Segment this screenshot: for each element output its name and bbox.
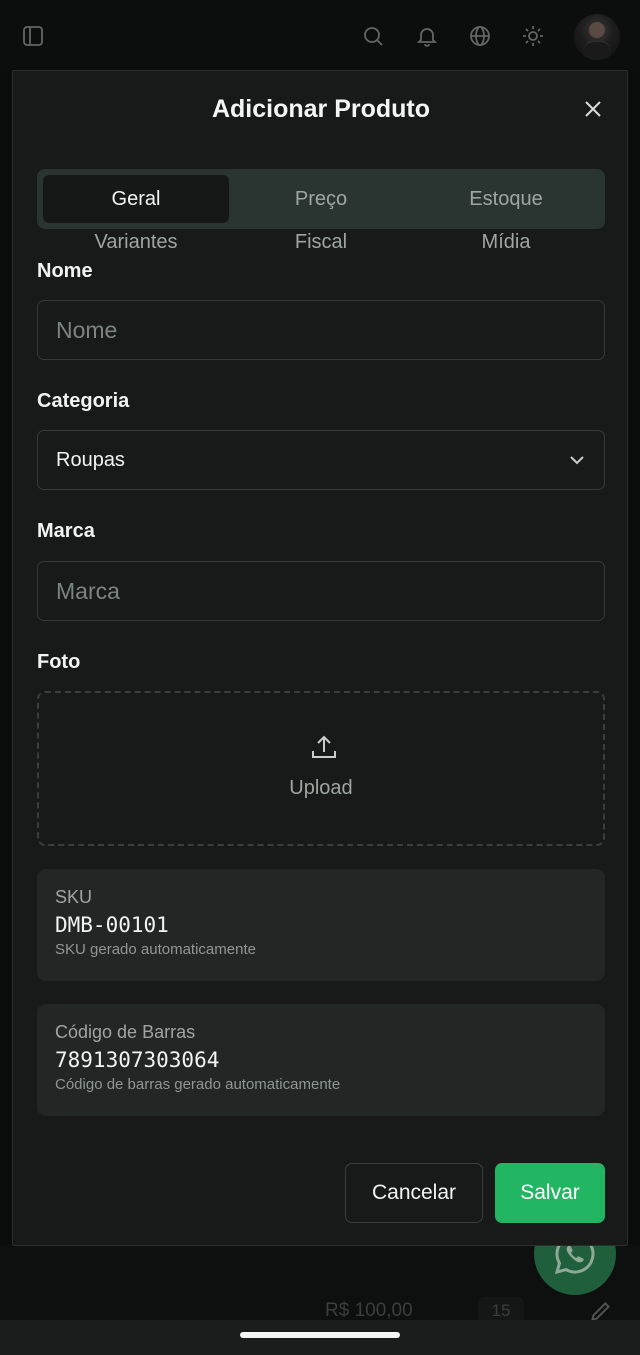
- categoria-select[interactable]: Roupas: [37, 430, 605, 490]
- globe-icon[interactable]: [468, 24, 492, 48]
- tab-estoque[interactable]: Estoque: [413, 175, 599, 223]
- categoria-label: Categoria: [37, 390, 130, 412]
- photo-upload-dropzone[interactable]: Upload: [37, 691, 605, 846]
- sku-title: SKU: [55, 887, 93, 907]
- categoria-selected-value: Roupas: [56, 448, 125, 471]
- upload-icon: [309, 733, 339, 763]
- marca-label: Marca: [37, 520, 95, 542]
- foto-label: Foto: [37, 651, 81, 673]
- save-button[interactable]: Salvar: [495, 1163, 605, 1223]
- modal-title: Adicionar Produto: [211, 95, 431, 123]
- upload-label: Upload: [289, 777, 353, 799]
- tab-geral[interactable]: Geral: [43, 175, 229, 223]
- sku-card: SKU DMB-00101 SKU gerado automaticamente: [37, 869, 605, 981]
- tab-variantes[interactable]: Variantes: [43, 231, 229, 263]
- barcode-card: Código de Barras 7891307303064 Código de…: [37, 1004, 605, 1116]
- cancel-button[interactable]: Cancelar: [345, 1163, 483, 1223]
- top-bar: [0, 0, 640, 72]
- sku-hint: SKU gerado automaticamente: [55, 941, 256, 958]
- sku-value: DMB-00101: [55, 913, 169, 937]
- marca-input[interactable]: [37, 561, 605, 621]
- sun-icon[interactable]: [521, 24, 545, 48]
- search-icon[interactable]: [361, 24, 385, 48]
- nome-label: Nome: [37, 260, 93, 282]
- barcode-hint: Código de barras gerado automaticamente: [55, 1076, 341, 1093]
- chevron-down-icon: [570, 456, 584, 465]
- product-price: R$ 100,00: [325, 1300, 413, 1321]
- tab-fiscal[interactable]: Fiscal: [228, 231, 414, 263]
- tab-list: Geral Preço Estoque: [37, 169, 605, 229]
- barcode-title: Código de Barras: [55, 1022, 196, 1042]
- close-icon: [585, 101, 601, 117]
- barcode-value: 7891307303064: [55, 1048, 220, 1072]
- nome-input[interactable]: [37, 300, 605, 360]
- avatar[interactable]: [574, 14, 620, 60]
- tab-midia[interactable]: Mídia: [413, 231, 599, 263]
- tab-preco[interactable]: Preço: [228, 175, 414, 223]
- add-product-modal: Adicionar Produto Geral Preço Estoque Va…: [12, 70, 628, 1246]
- sidebar-toggle-icon[interactable]: [21, 24, 45, 48]
- close-button[interactable]: [579, 95, 607, 123]
- bell-icon[interactable]: [415, 24, 439, 48]
- home-indicator[interactable]: [240, 1332, 400, 1338]
